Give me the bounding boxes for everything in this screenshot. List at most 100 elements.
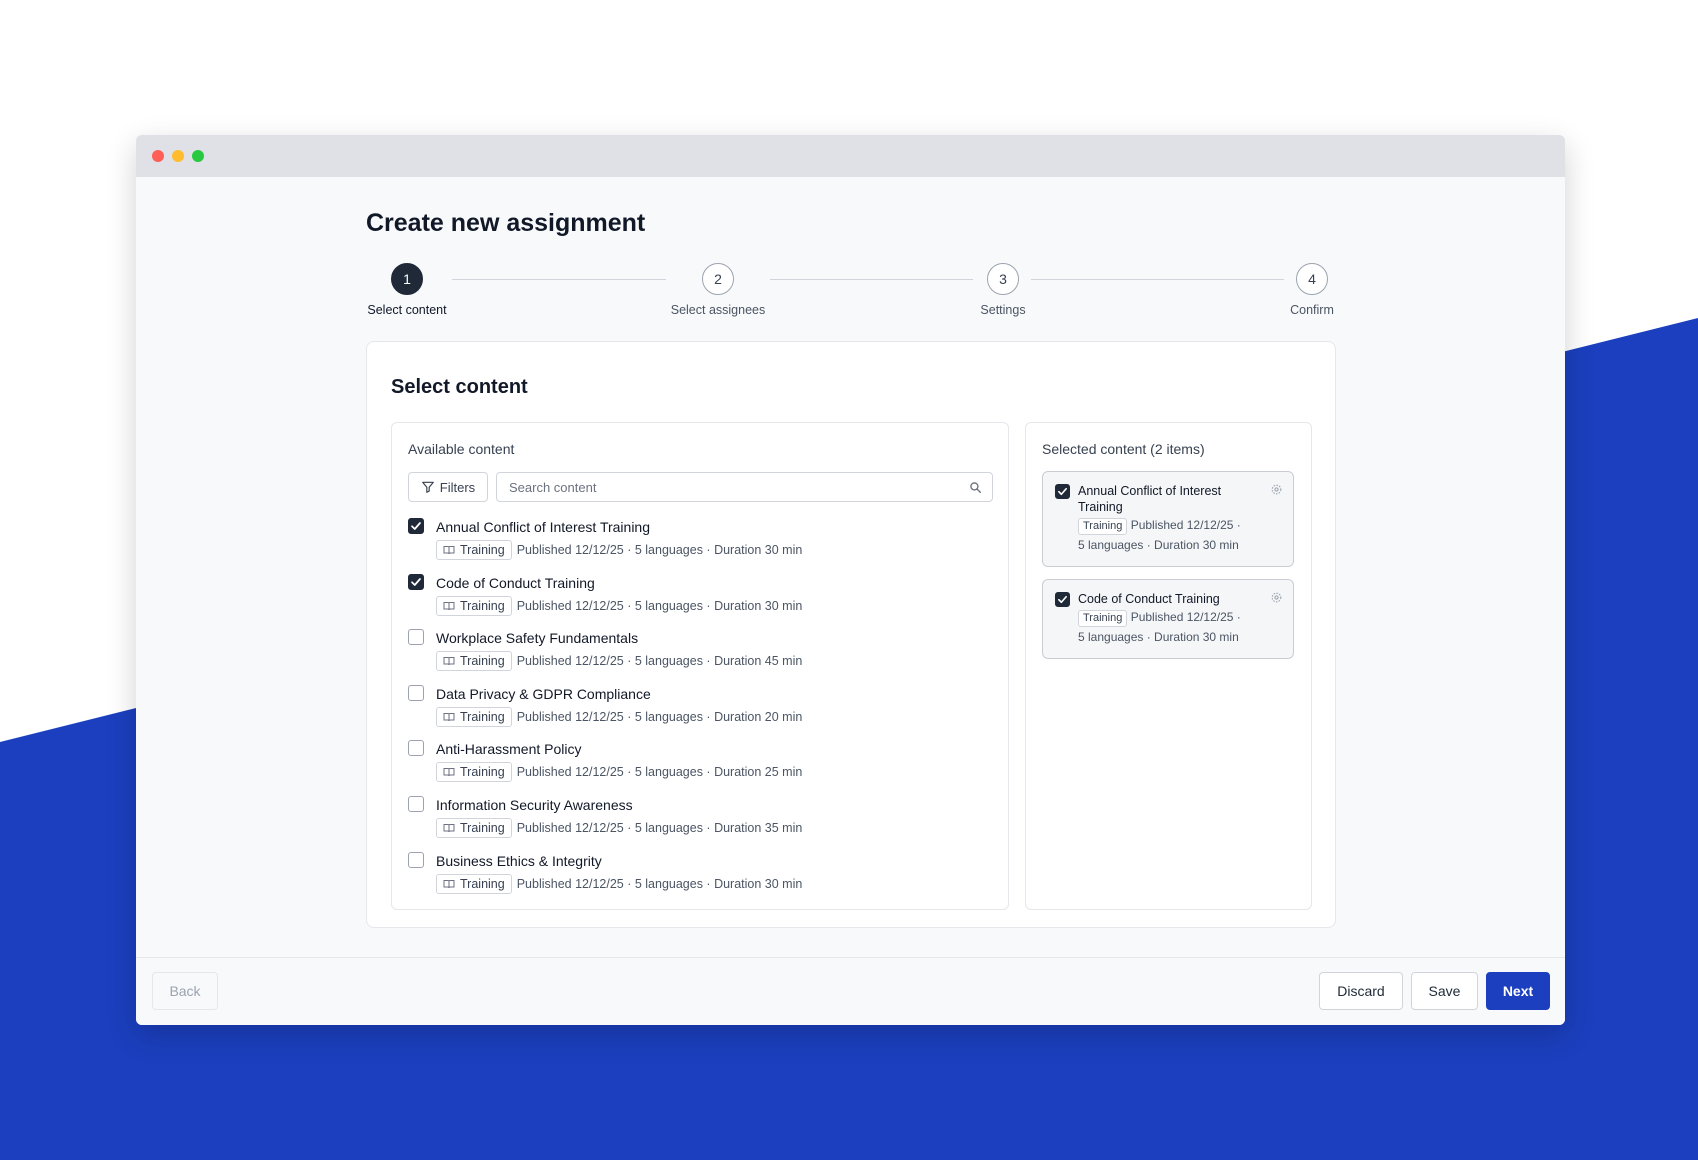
- step-select-assignees[interactable]: 2 Select assignees: [670, 263, 766, 317]
- item-meta: Training Published 12/12/25 · 5 languages…: [436, 595, 803, 616]
- wizard-footer: Back Discard Save Next: [136, 957, 1565, 1025]
- minimize-window-button[interactable]: [172, 150, 184, 162]
- list-item[interactable]: Code of Conduct Training Training Publishe…: [408, 572, 998, 622]
- next-button[interactable]: Next: [1486, 972, 1550, 1010]
- selected-item-checkbox[interactable]: [1055, 592, 1070, 607]
- list-item[interactable]: Information Security Awareness Training Pu…: [408, 794, 998, 844]
- item-details: Published 12/12/25 · 5 languages · Durat…: [516, 765, 803, 780]
- content-type-tag: Training: [436, 706, 512, 727]
- item-title: Information Security Awareness: [436, 797, 633, 813]
- step-connector: [452, 279, 666, 280]
- step-connector: [1031, 279, 1284, 280]
- item-title: Annual Conflict of Interest Training: [436, 519, 651, 535]
- gear-icon[interactable]: [1270, 591, 1283, 604]
- gear-icon[interactable]: [1270, 483, 1283, 496]
- step-settings[interactable]: 3 Settings: [978, 263, 1028, 317]
- search-icon: [970, 482, 982, 494]
- book-icon: [443, 546, 455, 555]
- content-type-tag: Training: [436, 818, 512, 838]
- item-meta: Training Published 12/12/25 · 5 languages…: [436, 540, 802, 560]
- item-meta: Training Published 12/12/25 · 5 languages…: [436, 706, 803, 727]
- content-type-tag: Training: [436, 873, 512, 894]
- content-type-tag: Training: [1078, 517, 1128, 535]
- tag-label: Training: [460, 543, 505, 557]
- step-number: 3: [987, 263, 1019, 295]
- search-box: [496, 472, 993, 502]
- tag-label: Training: [460, 709, 505, 724]
- step-number: 2: [702, 263, 734, 295]
- search-input[interactable]: [509, 479, 949, 495]
- item-checkbox[interactable]: [408, 518, 424, 534]
- list-item[interactable]: Anti-Harassment Policy Training Published …: [408, 738, 998, 788]
- check-icon: [1058, 487, 1067, 496]
- book-icon: [443, 879, 455, 888]
- item-checkbox[interactable]: [408, 684, 424, 701]
- step-label: Select assignees: [670, 303, 766, 317]
- selected-item-title: Code of Conduct Training: [1078, 592, 1220, 606]
- step-select-content[interactable]: 1 Select content: [366, 263, 448, 317]
- item-details: Published 12/12/25 · 5 languages · Durat…: [516, 598, 803, 613]
- check-icon: [1058, 595, 1067, 604]
- item-title: Business Ethics & Integrity: [436, 852, 602, 869]
- tag-label: Training: [460, 765, 505, 780]
- step-label: Confirm: [1290, 303, 1334, 317]
- selected-item-meta: Training Published 12/12/25 · 5 language…: [1078, 515, 1283, 555]
- filters-label: Filters: [439, 479, 476, 495]
- filters-button[interactable]: Filters: [408, 472, 488, 502]
- item-checkbox[interactable]: [408, 629, 424, 646]
- item-meta: Training Published 12/12/25 · 5 languages…: [436, 818, 802, 838]
- item-meta: Training Published 12/12/25 · 5 languages…: [436, 651, 803, 672]
- step-connector: [770, 279, 973, 280]
- check-icon: [411, 577, 421, 586]
- maximize-window-button[interactable]: [192, 150, 204, 162]
- book-icon: [443, 768, 455, 777]
- item-title: Code of Conduct Training: [436, 574, 595, 591]
- selected-content-heading: Selected content (2 items): [1042, 441, 1205, 457]
- tag-label: Training: [460, 821, 505, 835]
- item-title: Workplace Safety Fundamentals: [436, 630, 639, 647]
- item-details: Published 12/12/25 · 5 languages · Durat…: [516, 821, 803, 835]
- stepper: 1 Select content 2 Select assignees 3 Se…: [366, 263, 1336, 323]
- available-content-panel: Available content Filters Annual Conflic…: [391, 422, 1009, 910]
- tag-label: Training: [460, 876, 505, 891]
- book-icon: [443, 657, 455, 666]
- list-item[interactable]: Data Privacy & GDPR Compliance Training Pu…: [408, 683, 998, 733]
- select-content-card: Select content Available content Filters…: [366, 341, 1336, 928]
- book-icon: [443, 712, 455, 721]
- selected-item-card[interactable]: Annual Conflict of Interest Training Tra…: [1042, 471, 1294, 567]
- save-button[interactable]: Save: [1411, 972, 1478, 1010]
- item-meta: Training Published 12/12/25 · 5 languages…: [436, 762, 803, 783]
- item-title: Data Privacy & GDPR Compliance: [436, 685, 651, 702]
- selected-content-panel: Selected content (2 items) Annual Confli…: [1025, 422, 1312, 910]
- content-type-tag: Training: [436, 762, 512, 783]
- selected-item-card[interactable]: Code of Conduct Training Training Publis…: [1042, 579, 1294, 659]
- back-button[interactable]: Back: [152, 972, 218, 1010]
- item-checkbox[interactable]: [408, 796, 424, 812]
- card-title: Select content: [391, 376, 528, 398]
- close-window-button[interactable]: [152, 150, 164, 162]
- list-item[interactable]: Business Ethics & Integrity Training Publi…: [408, 850, 998, 900]
- item-checkbox[interactable]: [408, 740, 424, 757]
- item-title: Anti-Harassment Policy: [436, 741, 582, 758]
- available-content-heading: Available content: [408, 441, 515, 457]
- book-icon: [443, 824, 455, 833]
- step-confirm[interactable]: 4 Confirm: [1288, 263, 1336, 317]
- list-item[interactable]: Workplace Safety Fundamentals Training Pub…: [408, 627, 998, 677]
- list-item[interactable]: Annual Conflict of Interest Training Trai…: [408, 516, 998, 566]
- item-checkbox[interactable]: [408, 573, 424, 590]
- selected-item-meta-line1: Published 12/12/25 ·: [1130, 610, 1241, 624]
- step-number: 1: [391, 263, 423, 295]
- content-type-tag: Training: [436, 651, 512, 672]
- app-window: Create new assignment 1 Select content 2…: [136, 135, 1565, 1025]
- discard-button[interactable]: Discard: [1319, 972, 1403, 1010]
- item-details: Published 12/12/25 · 5 languages · Durat…: [516, 654, 803, 669]
- content-type-tag: Training: [1078, 609, 1128, 627]
- title-bar: [136, 135, 1565, 177]
- check-icon: [411, 522, 421, 530]
- selected-item-checkbox[interactable]: [1055, 484, 1070, 499]
- selected-item-meta: Training Published 12/12/25 · 5 language…: [1078, 607, 1283, 647]
- item-checkbox[interactable]: [408, 851, 424, 868]
- item-details: Published 12/12/25 · 5 languages · Durat…: [516, 709, 803, 724]
- filter-funnel-icon: [421, 481, 434, 493]
- item-details: Published 12/12/25 · 5 languages · Durat…: [516, 543, 803, 557]
